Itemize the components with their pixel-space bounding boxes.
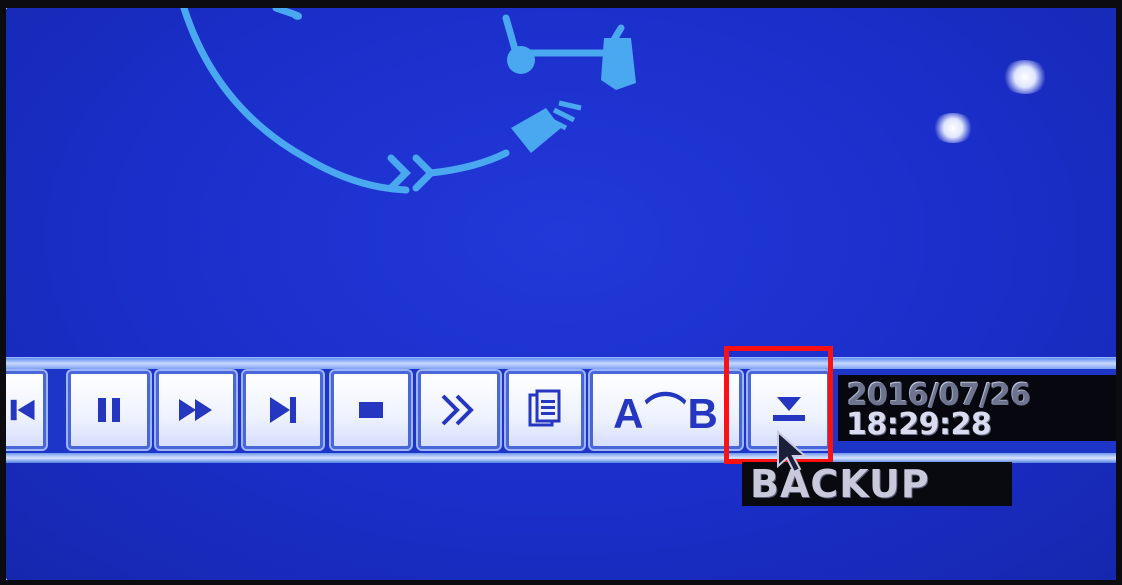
next-frame-icon (270, 397, 296, 423)
fast-forward-button[interactable] (154, 369, 238, 451)
ab-repeat-label: A⌒B (613, 389, 719, 437)
ab-repeat-button[interactable]: A⌒B (588, 369, 744, 451)
previous-icon (10, 399, 35, 421)
previous-button[interactable] (6, 369, 48, 451)
light-reflection (1001, 60, 1049, 94)
stop-icon (359, 402, 383, 418)
skip-forward-button[interactable] (416, 369, 502, 451)
clipboard-icon (528, 389, 561, 427)
datetime-display: 2016/07/26 18:29:28 (838, 375, 1118, 442)
brand-logo-graphic (180, 8, 636, 194)
fast-forward-icon (179, 399, 212, 421)
light-reflection (931, 113, 975, 143)
pause-icon (98, 398, 120, 422)
pause-button[interactable] (66, 369, 152, 451)
stop-button[interactable] (329, 369, 413, 451)
skip-forward-icon (441, 394, 474, 426)
next-frame-button[interactable] (241, 369, 325, 451)
mouse-pointer-icon (777, 430, 808, 474)
time-text: 18:29:28 (846, 407, 992, 442)
clipboard-button[interactable] (504, 369, 586, 451)
